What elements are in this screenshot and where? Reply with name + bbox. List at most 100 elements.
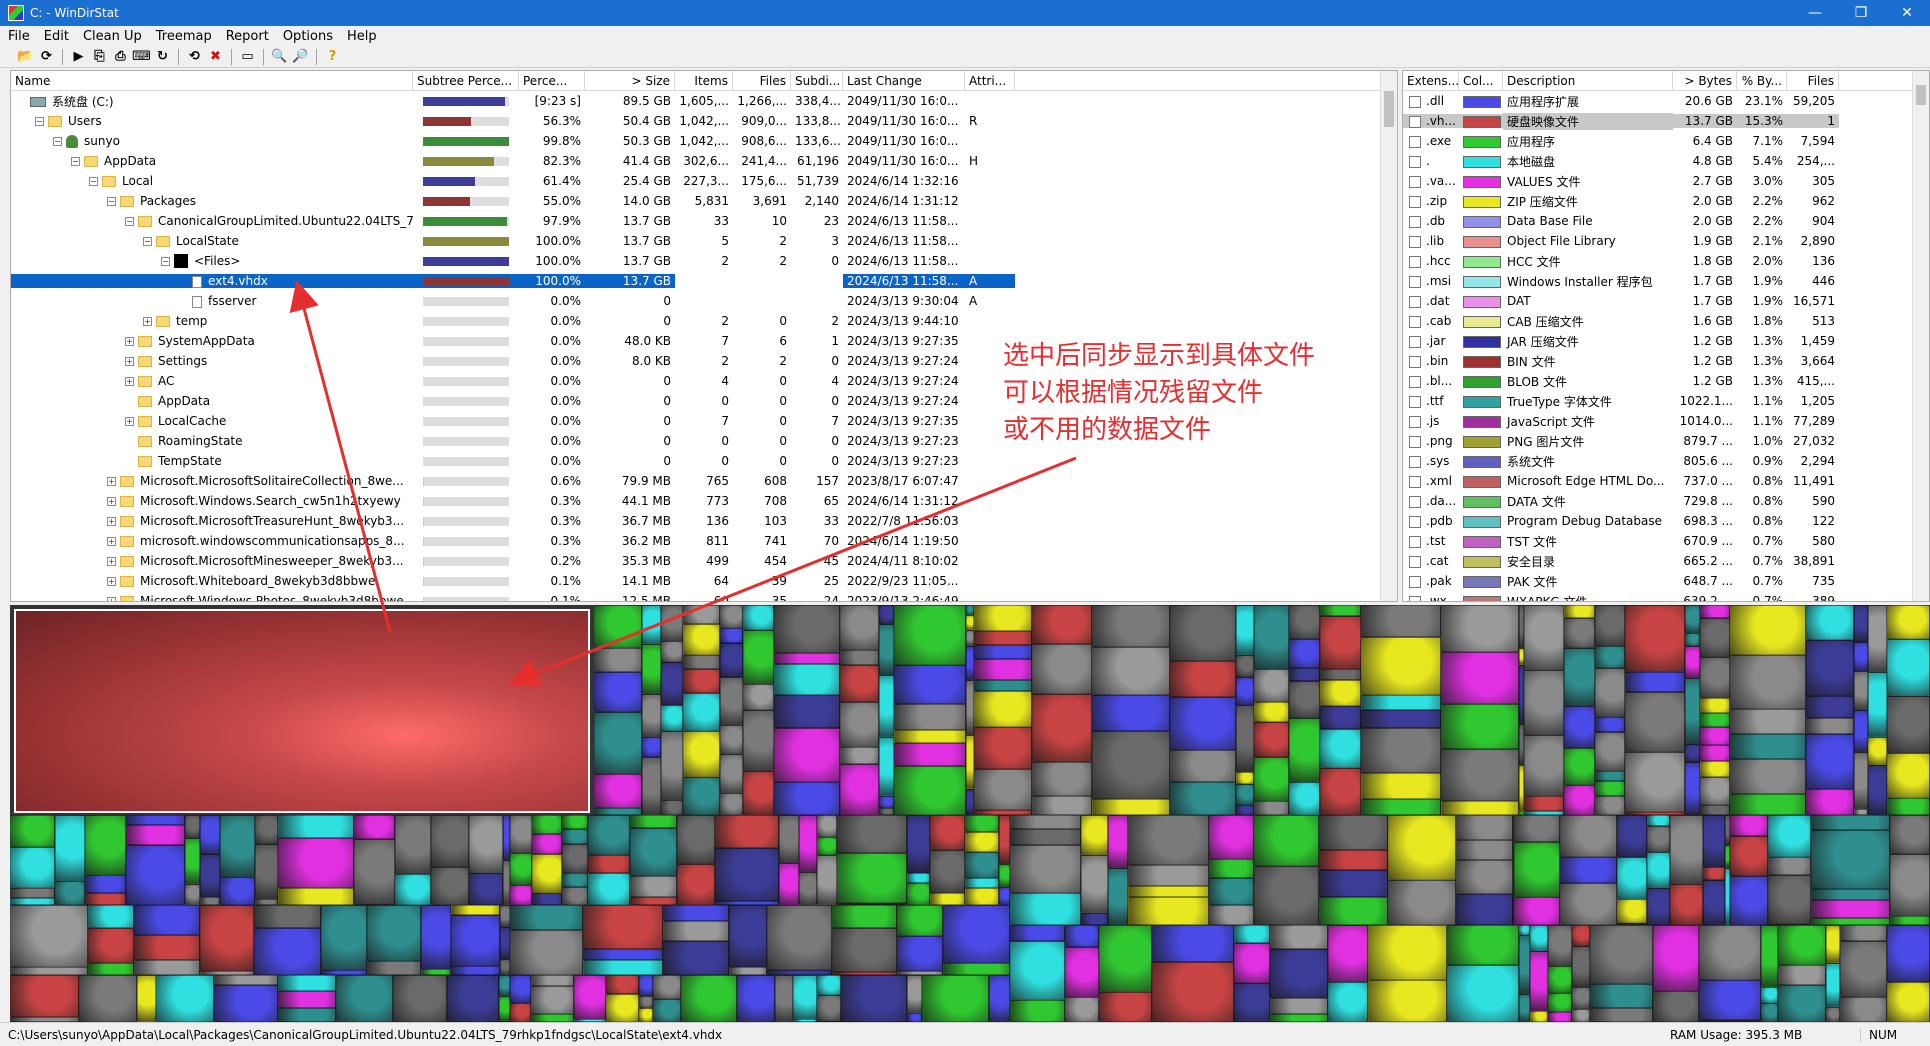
treemap-cell[interactable] [1840, 941, 1887, 997]
treemap-cell[interactable] [1236, 655, 1254, 677]
treemap-cell[interactable] [254, 905, 321, 928]
treemap-cell[interactable] [588, 855, 630, 873]
treemap-cell[interactable] [1519, 935, 1530, 994]
extension-row[interactable]: .pak PAK 文件 648.7 ... 0.7% 735 [1403, 571, 1929, 591]
treemap-cell[interactable] [639, 996, 653, 1008]
tree-row[interactable]: + Microsoft.MicrosoftSolitaireCollection_… [11, 471, 1397, 491]
treemap-selected-ext4-vhdx[interactable] [14, 609, 590, 813]
col-percent[interactable]: Perce... [519, 71, 585, 90]
treemap-cell[interactable] [1700, 618, 1730, 657]
treemap-cell[interactable] [451, 915, 500, 966]
treemap-cell[interactable] [1653, 925, 1699, 991]
treemap-cell[interactable] [879, 605, 894, 624]
treemap-cell[interactable] [974, 631, 1032, 645]
treemap-cell[interactable] [562, 887, 588, 905]
treemap-cell[interactable] [1653, 991, 1699, 1022]
treemap-cell[interactable] [1699, 980, 1761, 1020]
expand-toggle[interactable]: + [107, 597, 116, 601]
extension-row[interactable]: .ttf TrueType 字体文件 1022.1... 1.1% 1,205 [1403, 391, 1929, 411]
treemap-cell[interactable] [531, 1014, 574, 1022]
treemap-cell[interactable] [1519, 925, 1530, 935]
treemap-cell[interactable] [894, 605, 966, 665]
treemap-cell[interactable] [220, 877, 255, 905]
expand-toggle[interactable]: − [89, 177, 98, 186]
treemap-cell[interactable] [10, 975, 79, 1017]
treemap-cell[interactable] [156, 975, 214, 1022]
col-percent-bytes[interactable]: % By... [1737, 71, 1787, 90]
expand-toggle[interactable]: − [53, 137, 62, 146]
treemap-cell[interactable] [85, 875, 126, 893]
menu-help[interactable]: Help [347, 29, 377, 44]
expand-toggle[interactable]: − [143, 237, 152, 246]
treemap-cell[interactable] [1840, 925, 1887, 941]
treemap-cell[interactable] [1170, 750, 1236, 782]
treemap-cell[interactable] [1065, 947, 1099, 997]
treemap-cell[interactable] [1560, 883, 1617, 925]
treemap-cell[interactable] [1456, 815, 1513, 840]
treemap-cell[interactable] [1572, 987, 1590, 1009]
treemap-cell[interactable] [999, 815, 1010, 864]
treemap-cell[interactable] [715, 815, 779, 848]
treemap-cell[interactable] [588, 815, 630, 855]
tree-row[interactable]: − <Files> 100.0% 13.7 GB 2 2 0 2024/6/13 11:58.… [11, 251, 1397, 271]
treemap-cell[interactable] [1625, 605, 1685, 672]
treemap-cell[interactable] [1685, 605, 1700, 633]
treemap-cell[interactable] [661, 605, 683, 641]
menu-clean-up[interactable]: Clean Up [83, 29, 142, 44]
treemap-cell[interactable] [562, 829, 588, 844]
treemap-cell[interactable] [1868, 605, 1887, 672]
expand-toggle[interactable]: + [107, 537, 116, 546]
treemap-cell[interactable] [354, 839, 395, 904]
treemap-cell[interactable] [683, 669, 720, 693]
treemap-cell[interactable] [1854, 752, 1868, 809]
treemap-cell[interactable] [1289, 681, 1320, 718]
treemap-cell[interactable] [10, 967, 88, 975]
treemap-cell[interactable] [817, 995, 841, 1021]
treemap-cell[interactable] [1081, 855, 1108, 913]
expand-toggle[interactable]: − [35, 117, 44, 126]
treemap-cell[interactable] [395, 815, 431, 874]
treemap-cell[interactable] [499, 996, 510, 1021]
extension-row[interactable]: .wx... WXAPKG 文件 639.2 ... 0.7% 389 [1403, 591, 1929, 601]
extension-row[interactable]: .vh... 硬盘映像文件 13.7 GB 15.3% 1 [1403, 111, 1929, 131]
treemap-cell[interactable] [200, 897, 220, 905]
treemap-cell[interactable] [943, 963, 1010, 975]
treemap-cell[interactable] [1564, 605, 1595, 618]
treemap-cell[interactable] [1887, 696, 1930, 753]
treemap-cell[interactable] [1081, 913, 1108, 925]
treemap-cell[interactable] [1647, 815, 1670, 826]
extension-row[interactable]: .dll 应用程序扩展 20.6 GB 23.1% 59,205 [1403, 91, 1929, 111]
treemap-cell[interactable] [832, 928, 897, 972]
extension-row[interactable]: . 本地磁盘 4.8 GB 5.4% 254,... [1403, 151, 1929, 171]
treemap[interactable] [10, 605, 1930, 1022]
treemap-cell[interactable] [1590, 925, 1653, 984]
treemap-cell[interactable] [1456, 894, 1513, 925]
treemap-cell[interactable] [336, 975, 393, 1022]
treemap-cell[interactable] [1092, 695, 1170, 731]
treemap-cell[interactable] [1700, 745, 1730, 761]
treemap-cell[interactable] [1887, 605, 1930, 639]
treemap-cell[interactable] [1170, 605, 1236, 661]
treemap-cell[interactable] [1625, 672, 1685, 692]
treemap-cell[interactable] [1768, 815, 1811, 857]
treemap-cell[interactable] [1099, 992, 1152, 1022]
treemap-cell[interactable] [1806, 605, 1854, 640]
treemap-cell[interactable] [532, 854, 562, 893]
treemap-cell[interactable] [137, 975, 156, 1022]
treemap-cell[interactable] [774, 664, 840, 695]
copy-icon[interactable]: ⎘ [90, 48, 109, 66]
col-files[interactable]: Files [1787, 71, 1839, 90]
treemap-cell[interactable] [214, 985, 278, 1022]
help-icon[interactable]: ? [323, 48, 342, 66]
treemap-cell[interactable] [1032, 796, 1092, 815]
scroll-thumb[interactable] [1384, 91, 1394, 127]
treemap-cell[interactable] [1768, 857, 1811, 875]
extension-row[interactable]: .zip ZIP 压缩文件 2.0 GB 2.2% 962 [1403, 191, 1929, 211]
treemap-cell[interactable] [840, 650, 879, 665]
treemap-cell[interactable] [1361, 728, 1441, 773]
treemap-cell[interactable] [431, 815, 469, 867]
treemap-cell[interactable] [1685, 646, 1700, 678]
properties-icon[interactable]: ▭ [238, 48, 257, 66]
treemap-cell[interactable] [1647, 888, 1670, 925]
treemap-cell[interactable] [1289, 782, 1320, 815]
